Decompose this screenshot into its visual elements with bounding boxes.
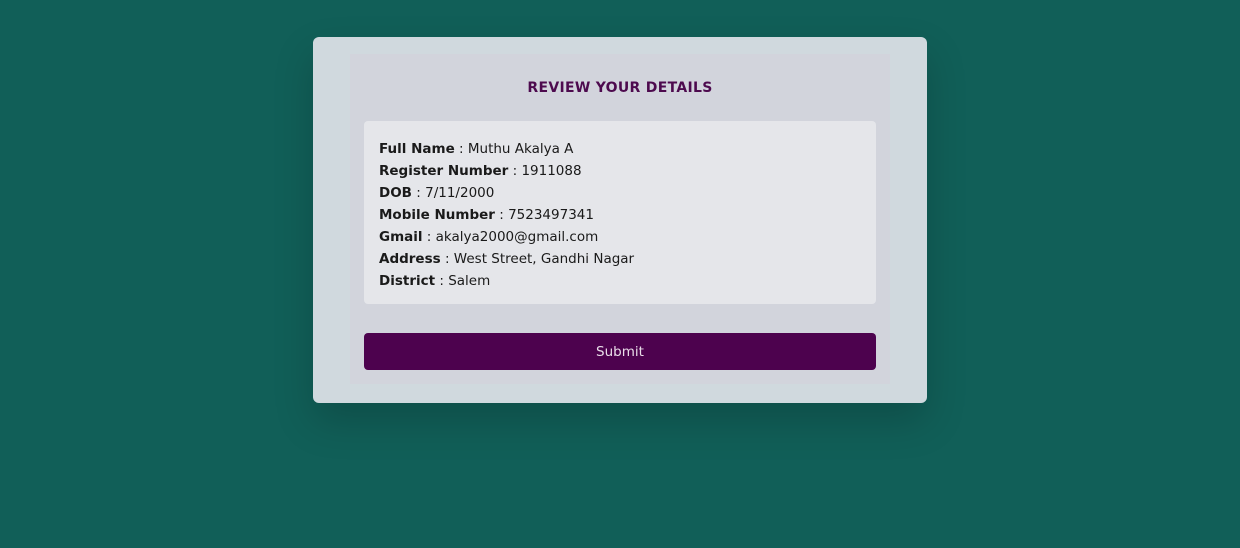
detail-label: DOB: [379, 185, 412, 201]
detail-mobile-number: Mobile Number : 7523497341: [379, 204, 634, 226]
detail-address: Address : West Street, Gandhi Nagar: [379, 248, 634, 270]
details-list: Full Name : Muthu Akalya A Register Numb…: [379, 138, 634, 292]
detail-register-number: Register Number : 1911088: [379, 160, 634, 182]
review-card: REVIEW YOUR DETAILS Full Name : Muthu Ak…: [313, 37, 927, 403]
review-panel: REVIEW YOUR DETAILS Full Name : Muthu Ak…: [350, 54, 890, 384]
detail-value: : akalya2000@gmail.com: [422, 229, 599, 245]
detail-label: Gmail: [379, 229, 423, 245]
detail-value: : 1911088: [508, 163, 582, 179]
details-box: Full Name : Muthu Akalya A Register Numb…: [364, 121, 876, 304]
detail-label: Full Name: [379, 141, 455, 157]
detail-label: District: [379, 273, 436, 289]
detail-label: Mobile Number: [379, 207, 495, 223]
detail-value: : Muthu Akalya A: [454, 141, 574, 157]
submit-button[interactable]: Submit: [364, 333, 876, 370]
detail-district: District : Salem: [379, 270, 634, 292]
detail-dob: DOB : 7/11/2000: [379, 182, 634, 204]
detail-label: Register Number: [379, 163, 509, 179]
detail-value: : 7/11/2000: [411, 185, 495, 201]
detail-value: : West Street, Gandhi Nagar: [440, 251, 635, 267]
detail-value: : 7523497341: [494, 207, 594, 223]
detail-label: Address: [379, 251, 441, 267]
detail-gmail: Gmail : akalya2000@gmail.com: [379, 226, 634, 248]
detail-value: : Salem: [435, 273, 491, 289]
page-title: REVIEW YOUR DETAILS: [527, 80, 713, 96]
detail-full-name: Full Name : Muthu Akalya A: [379, 138, 634, 160]
